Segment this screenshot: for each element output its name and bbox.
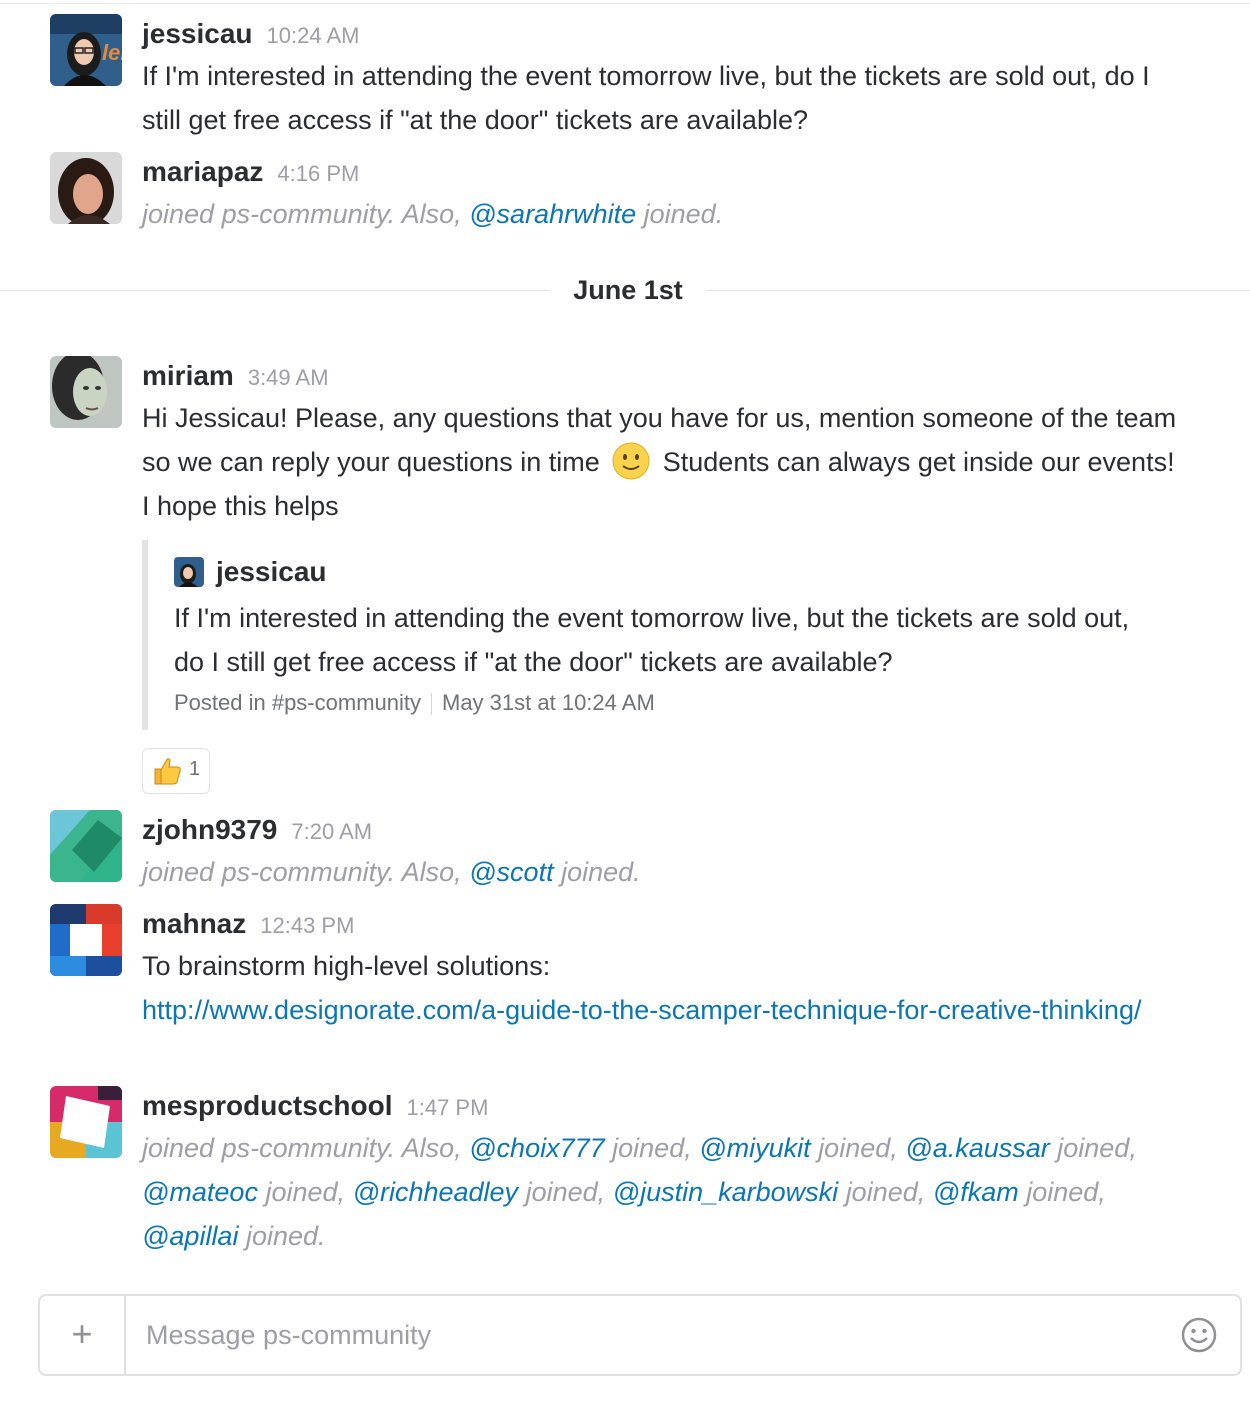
emoji-picker-icon[interactable] bbox=[1180, 1316, 1218, 1354]
message-input[interactable] bbox=[144, 1310, 1148, 1360]
day-divider-label: June 1st bbox=[550, 270, 706, 310]
quote-channel[interactable]: Posted in #ps-community bbox=[174, 690, 421, 715]
slightly-smiling-face-icon bbox=[611, 441, 651, 481]
mention-link[interactable]: @mateoc bbox=[142, 1177, 258, 1207]
quoted-message[interactable]: jessicau If I'm interested in attending … bbox=[142, 540, 1158, 730]
timestamp[interactable]: 3:49 AM bbox=[248, 365, 329, 390]
message-text: If I'm interested in attending the event… bbox=[142, 61, 1150, 135]
reaction-thumbs-up[interactable]: 1 bbox=[142, 748, 210, 794]
avatar-mesproductschool[interactable] bbox=[50, 1086, 122, 1158]
add-file-button[interactable]: + bbox=[40, 1296, 126, 1374]
join-message: joined ps-community. Also, @scott joined… bbox=[142, 857, 641, 887]
footer-separator bbox=[431, 693, 432, 716]
username[interactable]: mesproductschool bbox=[142, 1090, 392, 1121]
quote-username[interactable]: jessicau bbox=[216, 556, 327, 587]
username[interactable]: miriam bbox=[142, 360, 234, 391]
quote-footer: Posted in #ps-community May 31st at 10:24… bbox=[174, 690, 655, 716]
mention-link[interactable]: @miyukit bbox=[699, 1133, 810, 1163]
timestamp[interactable]: 4:16 PM bbox=[277, 161, 359, 186]
svg-text:ler: ler bbox=[102, 40, 122, 65]
reaction-count: 1 bbox=[189, 758, 201, 780]
message-link[interactable]: http://www.designorate.com/a-guide-to-th… bbox=[142, 995, 1141, 1025]
username[interactable]: mariapaz bbox=[142, 156, 263, 187]
mention-link[interactable]: @justin_karbowski bbox=[613, 1177, 839, 1207]
avatar-mariapaz[interactable] bbox=[50, 152, 122, 224]
username[interactable]: mahnaz bbox=[142, 908, 246, 939]
top-border bbox=[0, 3, 1250, 4]
timestamp[interactable]: 7:20 AM bbox=[291, 819, 372, 844]
mention-link[interactable]: @scott bbox=[469, 857, 553, 887]
avatar-miriam[interactable] bbox=[50, 356, 122, 428]
timestamp[interactable]: 1:47 PM bbox=[406, 1095, 488, 1120]
avatar-zjohn9379[interactable] bbox=[50, 810, 122, 882]
plus-icon: + bbox=[71, 1313, 93, 1354]
mention-link[interactable]: @sarahrwhite bbox=[469, 199, 636, 229]
mention-link[interactable]: @apillai bbox=[142, 1221, 238, 1251]
join-message: joined ps-community. Also, @sarahrwhite … bbox=[142, 199, 724, 229]
mention-link[interactable]: @fkam bbox=[933, 1177, 1019, 1207]
mention-link[interactable]: @choix777 bbox=[469, 1133, 605, 1163]
username[interactable]: zjohn9379 bbox=[142, 814, 277, 845]
quote-avatar bbox=[174, 557, 204, 587]
avatar-mahnaz[interactable] bbox=[50, 904, 122, 976]
mention-link[interactable]: @a.kaussar bbox=[905, 1133, 1049, 1163]
message-text: Hi Jessicau! Please, any questions that … bbox=[142, 403, 1177, 521]
quote-text: If I'm interested in attending the event… bbox=[174, 603, 1130, 677]
quote-date[interactable]: May 31st at 10:24 AM bbox=[442, 690, 655, 715]
timestamp[interactable]: 12:43 PM bbox=[260, 913, 354, 938]
message-text: To brainstorm high-level solutions: bbox=[142, 951, 551, 981]
username[interactable]: jessicau bbox=[142, 18, 253, 49]
thumbs-up-icon bbox=[151, 755, 183, 792]
mention-link[interactable]: @richheadley bbox=[353, 1177, 519, 1207]
join-message: joined ps-community. Also, @choix777 joi… bbox=[142, 1133, 1137, 1251]
avatar-jessicau[interactable]: ler bbox=[50, 14, 122, 86]
timestamp[interactable]: 10:24 AM bbox=[267, 23, 360, 48]
message-composer: + bbox=[38, 1294, 1242, 1376]
